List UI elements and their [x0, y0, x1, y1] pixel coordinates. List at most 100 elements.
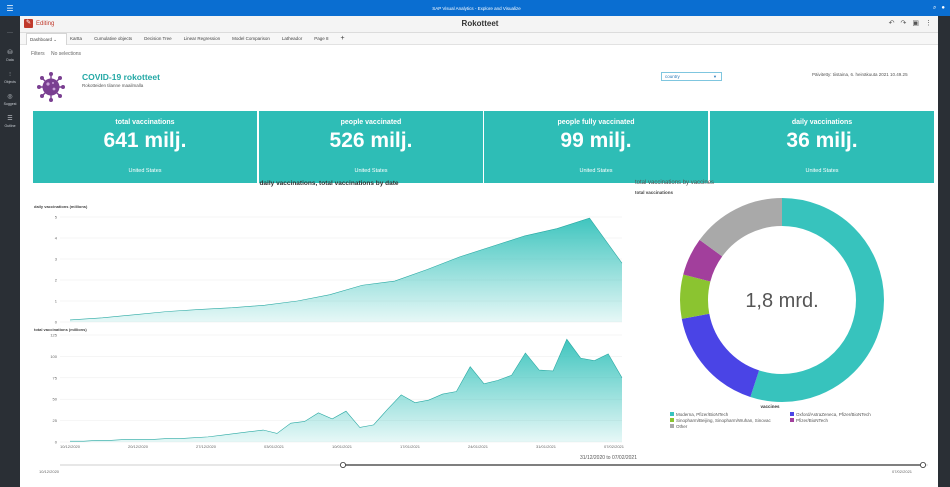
y-tick-label: 0 [55, 440, 58, 445]
x-tick-label: 10/12/2020 [60, 444, 81, 448]
tab-dashboard[interactable]: Dashboard ⌄ [26, 32, 68, 45]
tab-model-comparison[interactable]: Model Comparison [229, 33, 279, 45]
shell-bar: ☰ SAP Visual Analytics - Explore and Vis… [0, 0, 950, 16]
kpi-title: people fully vaccinated [557, 119, 635, 126]
redo-icon[interactable]: ↷ [901, 19, 907, 27]
y-tick-label: 50 [53, 397, 58, 402]
y-tick-label: 0 [55, 320, 58, 325]
kpi-daily-vaccinations[interactable]: daily vaccinations 36 milj. United State… [710, 111, 934, 183]
legend-swatch [790, 418, 794, 422]
tab-latheador[interactable]: Latheador [279, 33, 311, 45]
kpi-value: 99 milj. [560, 129, 632, 152]
x-tick-label: 03/01/2021 [264, 444, 285, 448]
y-tick-label: 100 [50, 354, 57, 359]
objects-icon: ⫶ [9, 72, 11, 78]
x-tick-label: 27/12/2020 [196, 444, 217, 448]
kpi-people-vaccinated[interactable]: people vaccinated 526 milj. United State… [259, 111, 483, 183]
y-tick-label: 1 [55, 299, 58, 304]
legend-swatch [790, 412, 794, 416]
right-rail [938, 16, 950, 487]
country-dropdown[interactable]: country ▼ [661, 72, 722, 81]
header-actions: ↶ ↷ ▣ ⋮ [889, 19, 932, 27]
x-tick-label: 07/02/2021 [604, 444, 625, 448]
kpi-value: 36 milj. [786, 129, 858, 152]
legend-item[interactable]: Other [670, 423, 790, 429]
data-icon: ⛁ [7, 50, 13, 56]
last-updated: Päivitetty: tiistaina, 6. heinäkuuta 202… [812, 72, 908, 77]
y-tick-label: 25 [53, 418, 58, 423]
y-tick-label: 3 [55, 257, 58, 262]
tab-page-8[interactable]: Page 8 [311, 33, 337, 45]
legend-item[interactable]: Pfizer/BioNTech [790, 417, 910, 423]
range-handle-end [920, 462, 927, 468]
kpi-country: United States [354, 168, 388, 174]
suggest-icon: ◎ [7, 94, 13, 100]
search-icon[interactable]: ⌕ [933, 5, 936, 12]
x-tick-label: 20/12/2020 [128, 444, 149, 448]
kpi-country: United States [128, 168, 162, 174]
dashboard-subtitle: Rokotteiden tilanne maailmalla [82, 83, 144, 88]
outline-icon: ☰ [7, 116, 13, 122]
kpi-value: 526 milj. [329, 129, 413, 152]
x-tick-label: 10/01/2021 [332, 444, 353, 448]
kpi-title: daily vaccinations [791, 119, 853, 126]
tab-cumulative-objects[interactable]: Cumulative objects [91, 33, 141, 45]
undo-icon[interactable]: ↶ [889, 19, 895, 27]
donut-chart-title: total vaccinations by vaccines [635, 180, 715, 186]
save-icon[interactable]: ▣ [912, 19, 919, 27]
rail-item-suggest[interactable]: ◎ Suggest [0, 94, 20, 106]
y-axis-title: total vaccinations (millions) [34, 327, 87, 332]
tab-kartta[interactable]: Kartta [67, 33, 91, 45]
chevron-down-icon: ▼ [713, 74, 717, 79]
vaccinations-area-chart[interactable]: daily vaccinations (millions) 5 4 3 2 1 0 total… [30, 186, 630, 448]
y-tick-label: 75 [53, 375, 58, 380]
left-rail: ··· ⛁ Data ⫶ Objects ◎ Suggest ☰ Outline [0, 16, 20, 487]
legend-swatch [670, 412, 674, 416]
kpi-value: 641 milj. [103, 129, 187, 152]
editing-indicator[interactable]: ✎ Editing [24, 19, 54, 28]
legend-swatch [670, 418, 674, 422]
kpi-people-fully-vaccinated[interactable]: people fully vaccinated 99 milj. United … [484, 111, 708, 183]
range-start-label: 10/12/2020 [39, 469, 60, 474]
edit-icon: ✎ [24, 19, 33, 28]
app-canvas: ✎ Editing Rokotteet ↶ ↷ ▣ ⋮ Dashboard ⌄ … [20, 16, 938, 487]
kpi-country: United States [579, 168, 613, 174]
tab-linear-regression[interactable]: Linear Regression [181, 33, 230, 45]
dashboard-title: COVID-19 rokotteet [82, 72, 160, 82]
y-tick-label: 125 [50, 333, 57, 338]
kpi-country: United States [805, 168, 839, 174]
menu-icon[interactable]: ☰ [0, 4, 20, 13]
donut-chart-subtitle: total vaccinations [635, 190, 674, 195]
kpi-title: people vaccinated [340, 119, 402, 126]
donut-legend: Moderna, Pfizer/BioNTech Oxford/AstraZen… [670, 411, 910, 429]
x-tick-label: 17/01/2021 [400, 444, 421, 448]
y-axis-title: daily vaccinations (millions) [34, 204, 88, 209]
range-end-label: 07/02/2021 [892, 469, 913, 474]
legend-swatch [670, 424, 674, 428]
filters-value: No selections [51, 51, 82, 57]
x-tick-label: 31/01/2021 [536, 444, 557, 448]
x-tick-label: 24/01/2021 [468, 444, 489, 448]
more-icon[interactable]: ⋮ [925, 19, 932, 27]
virus-logo-icon [37, 72, 65, 102]
kpi-total-vaccinations[interactable]: total vaccinations 641 milj. United Stat… [33, 111, 257, 183]
time-range-slider[interactable] [30, 460, 930, 470]
y-tick-label: 4 [55, 236, 58, 241]
rail-more-icon[interactable]: ··· [0, 30, 20, 38]
rail-item-data[interactable]: ⛁ Data [0, 50, 20, 62]
document-title: Rokotteet [461, 19, 499, 28]
tab-decision-tree[interactable]: Decision Tree [141, 33, 181, 45]
user-icon[interactable]: ● [941, 5, 945, 11]
vaccines-donut-chart[interactable]: 1,8 mrd. [680, 198, 884, 402]
area-series [70, 218, 622, 322]
area-series [70, 339, 622, 442]
legend-title: vaccines [760, 404, 780, 409]
filter-bar[interactable]: Filters No selections [31, 51, 86, 57]
rail-item-objects[interactable]: ⫶ Objects [0, 72, 20, 84]
y-tick-label: 5 [55, 215, 58, 220]
donut-center-label: 1,8 mrd. [745, 290, 818, 312]
page-tabs: Dashboard ⌄ Kartta Cumulative objects De… [20, 32, 938, 45]
add-page-icon[interactable]: + [337, 33, 353, 45]
kpi-title: total vaccinations [115, 119, 175, 126]
rail-item-outline[interactable]: ☰ Outline [0, 116, 20, 128]
